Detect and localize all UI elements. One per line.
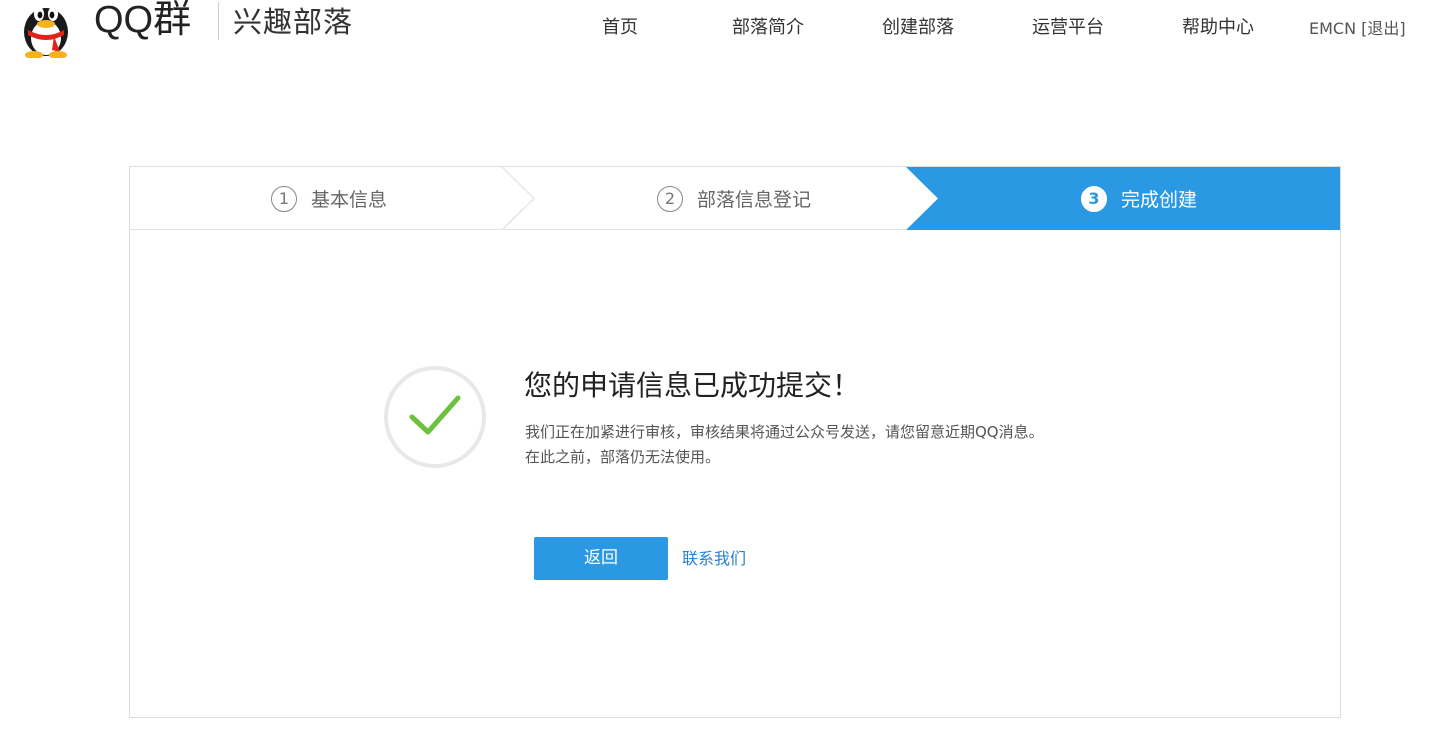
step-1-label: 基本信息: [311, 189, 388, 211]
description-line-2: 在此之前，部落仍无法使用。: [525, 448, 721, 466]
top-header: QQ群 兴趣部落 首页 部落简介 创建部落 运营平台 帮助中心 EMCN [退出…: [0, 0, 1440, 60]
nav-item-operations[interactable]: 运营平台: [1032, 16, 1104, 40]
step-3-number: 3: [1081, 185, 1107, 212]
username: EMCN: [1309, 19, 1357, 38]
nav-item-create[interactable]: 创建部落: [882, 16, 954, 40]
step-3: 3 完成创建: [1081, 167, 1197, 230]
nav-item-help[interactable]: 帮助中心: [1182, 16, 1254, 40]
checkmark-circle-icon: [384, 366, 486, 468]
nav-item-home[interactable]: 首页: [602, 16, 638, 40]
step-2: 2 部落信息登记: [657, 167, 811, 230]
result-description: 我们正在加紧进行审核，审核结果将通过公众号发送，请您留意近期QQ消息。 在此之前…: [525, 420, 1115, 470]
logout-link[interactable]: [退出]: [1361, 19, 1406, 38]
step-2-label: 部落信息登记: [697, 189, 812, 211]
back-button[interactable]: 返回: [534, 537, 668, 580]
step-progress-bar: 1 基本信息 2 部落信息登记 3 完成创建: [130, 167, 1340, 230]
nav-item-intro[interactable]: 部落简介: [732, 16, 804, 40]
result-card: 1 基本信息 2 部落信息登记 3 完成创建 您的申请信息已成功提交！ 我们正在…: [129, 166, 1341, 718]
step-3-label: 完成创建: [1121, 189, 1198, 211]
result-title: 您的申请信息已成功提交！: [524, 369, 861, 402]
user-area: EMCN [退出]: [1309, 18, 1406, 40]
step-1: 1 基本信息: [271, 167, 387, 230]
step-2-number: 2: [657, 185, 683, 212]
main-nav: 首页 部落简介 创建部落 运营平台 帮助中心: [0, 16, 1440, 42]
contact-us-link[interactable]: 联系我们: [682, 548, 746, 570]
description-line-1: 我们正在加紧进行审核，审核结果将通过公众号发送，请您留意近期QQ消息。: [525, 423, 1044, 441]
step-1-number: 1: [271, 185, 297, 212]
